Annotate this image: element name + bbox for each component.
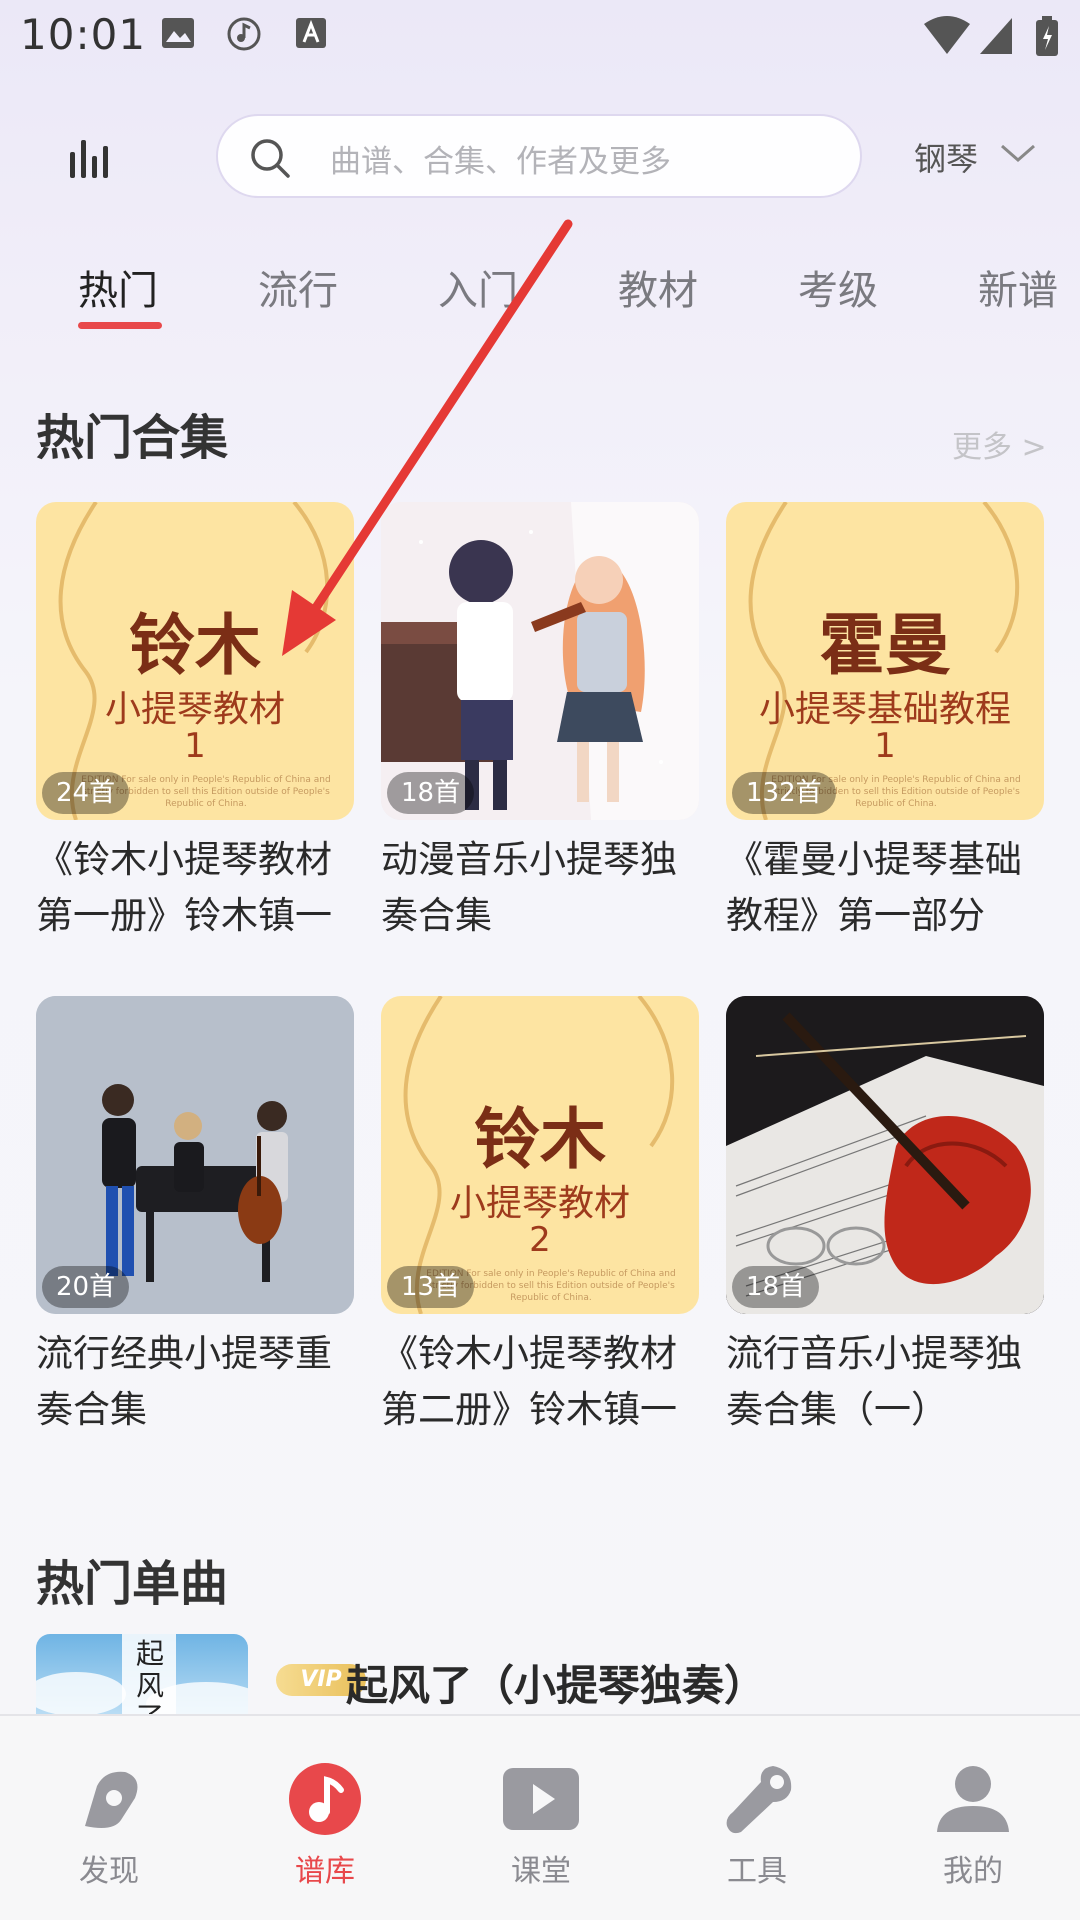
font-icon [296,18,326,48]
annotation-arrow [282,219,573,656]
instrument-label: 钢琴 [914,140,979,178]
tab-new[interactable]: 新谱 [978,258,1058,316]
bottom-navigation: 发现 谱库 课堂 工具 我的 [0,1714,1080,1920]
cover-title: 霍曼 [819,607,951,684]
signal-icon [980,18,1012,54]
nav-profile[interactable]: 我的 [898,1762,1048,1890]
music-note-icon [289,1763,361,1835]
status-time: 10:01 [20,10,147,59]
wifi-icon [924,16,970,54]
song-title: 起风了（小提琴独奏） [346,1661,767,1710]
nav-library[interactable]: 谱库 [250,1762,400,1890]
tab-hot[interactable]: 热门 [78,258,158,316]
song-count-badge: 18首 [387,772,475,814]
battery-icon [1036,16,1058,56]
collection-title: 《铃木小提琴教材第一册》铃木镇一 [36,838,332,937]
discover-icon [85,1771,138,1828]
cover-volume: 2 [529,1220,551,1260]
play-video-icon [503,1768,579,1830]
music-icon [227,17,261,51]
collection-card[interactable]: 20首 流行经典小提琴重奏合集 [36,996,354,1438]
tab-beginner[interactable]: 入门 [438,258,518,316]
collection-cover: 20首 [36,996,354,1314]
cover-volume: 1 [874,726,896,766]
collection-card[interactable]: 铃木 小提琴教材 2 EDITION For sale only in Peop… [381,996,699,1438]
song-count-badge: 24首 [42,772,130,814]
song-count-badge: 18首 [732,1266,820,1308]
instrument-selector[interactable]: 钢琴 [914,134,1035,178]
collection-card[interactable]: 铃木 小提琴教材 1 EDITION For sale only in Peop… [36,502,354,944]
song-count-badge: 20首 [42,1266,130,1308]
cover-title: 铃木 [129,607,261,684]
collection-cover: 18首 [381,502,699,820]
collection-cover: 18首 [726,996,1044,1314]
song-list-item[interactable]: 起风了 VIP 起风了（小提琴独奏） [36,1634,1046,1714]
wrench-icon [726,1766,792,1834]
cover-title: 铃木 [474,1101,606,1178]
nav-label: 发现 [79,1854,139,1889]
nav-label: 我的 [943,1854,1003,1889]
collection-card[interactable]: 霍曼 小提琴基础教程 1 EDITION For sale only in Pe… [726,502,1044,944]
gallery-icon [162,18,194,48]
person-icon [937,1766,1009,1832]
song-count-badge: 13首 [387,1266,475,1308]
nav-classroom[interactable]: 课堂 [466,1762,616,1890]
collection-title: 流行音乐小提琴独奏合集（一） [726,1332,1022,1431]
cover-subtitle: 小提琴教材 [449,1183,630,1224]
section-title-hot-singles: 热门单曲 [36,1556,229,1612]
equalizer-icon[interactable] [66,130,118,182]
more-link[interactable]: 更多 > [952,422,1047,466]
section-title-hot-collections: 热门合集 [36,410,229,466]
collection-cover: 霍曼 小提琴基础教程 1 EDITION For sale only in Pe… [726,502,1044,820]
search-icon [251,139,290,178]
nav-tools[interactable]: 工具 [682,1762,832,1890]
cover-volume: 1 [184,726,206,766]
search-input[interactable]: 曲谱、合集、作者及更多 [216,114,862,198]
chevron-down-icon [1001,144,1035,162]
collection-cover: 铃木 小提琴教材 1 EDITION For sale only in Peop… [36,502,354,820]
song-thumbnail: 起风了 [36,1634,248,1714]
collection-title: 《霍曼小提琴基础教程》第一部分 [726,838,1022,937]
tab-exam[interactable]: 考级 [798,258,878,316]
collection-title: 《铃木小提琴教材第二册》铃木镇一 [381,1332,677,1431]
nav-label: 谱库 [295,1854,355,1889]
cover-subtitle: 小提琴教材 [104,689,285,730]
collection-title: 流行经典小提琴重奏合集 [36,1332,332,1431]
nav-label: 课堂 [511,1854,571,1889]
cover-subtitle: 小提琴基础教程 [758,689,1011,730]
tab-textbook[interactable]: 教材 [618,258,698,316]
song-count-badge: 132首 [732,772,836,814]
nav-discover[interactable]: 发现 [34,1762,184,1890]
nav-label: 工具 [727,1854,787,1889]
collection-cover: 铃木 小提琴教材 2 EDITION For sale only in Peop… [381,996,699,1314]
status-bar: 10:01 [0,0,1080,72]
search-placeholder: 曲谱、合集、作者及更多 [330,144,671,180]
tab-pop[interactable]: 流行 [258,258,338,316]
thumbnail-text: 起风了 [136,1637,165,1715]
collection-title: 动漫音乐小提琴独奏合集 [381,838,677,937]
collection-card[interactable]: 18首 动漫音乐小提琴独奏合集 [381,502,699,944]
tab-active-indicator [78,322,162,329]
collection-card[interactable]: 18首 流行音乐小提琴独奏合集（一） [726,996,1044,1438]
